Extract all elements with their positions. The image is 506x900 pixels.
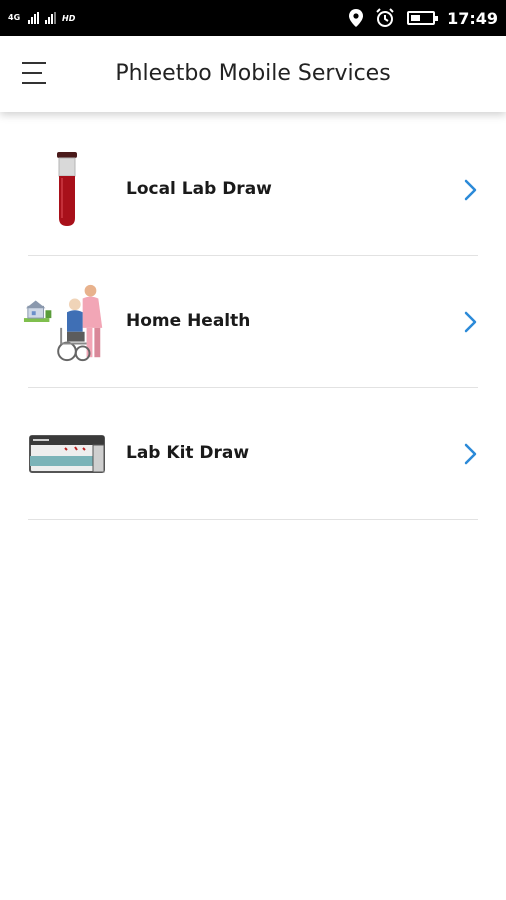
blood-tube-icon xyxy=(22,150,112,230)
location-icon xyxy=(349,9,364,27)
service-label: Local Lab Draw xyxy=(126,179,272,199)
app-bar: Phleetbo Mobile Services xyxy=(0,36,506,112)
caregiver-wheelchair-icon xyxy=(22,282,112,362)
status-left: 4G HD xyxy=(8,6,75,30)
network-type: 4G xyxy=(8,13,21,22)
list-item-home-health[interactable]: Home Health xyxy=(0,256,506,388)
lab-kit-icon xyxy=(22,414,112,494)
divider xyxy=(28,519,478,520)
status-bar: 4G HD 17:49 xyxy=(0,0,506,36)
alarm-clock-icon xyxy=(376,8,394,27)
list-item-lab-kit-draw[interactable]: Lab Kit Draw xyxy=(0,388,506,520)
hd-indicator: HD xyxy=(62,13,76,23)
chevron-right-icon[interactable] xyxy=(462,178,478,202)
chevron-right-icon[interactable] xyxy=(462,310,478,334)
signal-strength-icon-2 xyxy=(45,12,56,24)
clock-time: 17:49 xyxy=(447,8,498,28)
services-list: Local Lab Draw Home Health Lab Kit Draw xyxy=(0,124,506,520)
page-title: Phleetbo Mobile Services xyxy=(115,61,391,86)
list-item-local-lab-draw[interactable]: Local Lab Draw xyxy=(0,124,506,256)
service-label: Lab Kit Draw xyxy=(126,443,250,463)
chevron-right-icon[interactable] xyxy=(462,442,478,466)
battery-fill xyxy=(411,15,421,21)
status-right: 17:49 xyxy=(349,6,498,30)
service-label: Home Health xyxy=(126,311,251,331)
signal-strength-icon xyxy=(28,12,39,24)
battery-icon xyxy=(407,11,439,25)
